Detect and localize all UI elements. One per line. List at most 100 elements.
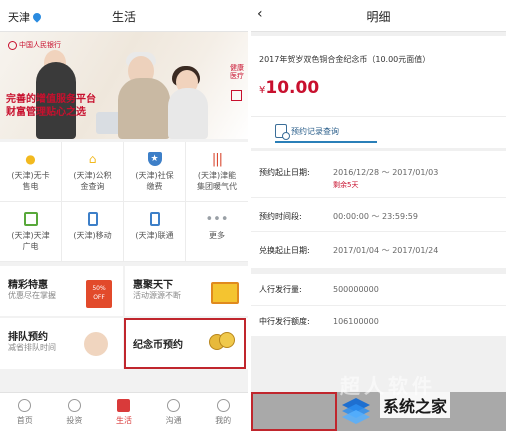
- detail-value: 2016/12/28 ～ 2017/01/03: [333, 168, 439, 177]
- phone-icon: [87, 212, 98, 226]
- checkbox-icon: [231, 90, 242, 101]
- page-title: 生活: [111, 10, 136, 24]
- tab-label: 投资: [66, 416, 83, 425]
- service-item[interactable]: (天津)移动: [62, 202, 124, 262]
- promo-title: 惠聚天下: [133, 280, 173, 291]
- more-icon: •••: [205, 211, 229, 227]
- detail-screen: ‹ 明细 2017年贺岁双色铜合金纪念币（10.00元面值） ¥10.00 预约…: [251, 0, 506, 431]
- site-logo-icon: [342, 398, 370, 424]
- divider: [251, 305, 506, 306]
- promo-banner[interactable]: 中国人民银行 完善的增值服务平台 财富管理贴心之选 健康医疗: [0, 32, 248, 139]
- banner-slogan: 完善的增值服务平台 财富管理贴心之选: [6, 93, 96, 119]
- service-label: (天津)天津 广电: [11, 231, 50, 251]
- queue-ticket-icon: [84, 332, 108, 356]
- tab-label: 生活: [115, 416, 132, 425]
- tab-label: 首页: [16, 416, 33, 425]
- detail-key: 人行发行量:: [259, 285, 302, 294]
- coin-name: 2017年贺岁双色铜合金纪念币（10.00元面值）: [259, 55, 431, 64]
- lightbulb-icon: ●: [25, 152, 36, 166]
- person-figure: [168, 88, 208, 139]
- highlight-box: [251, 392, 337, 431]
- tab-label: 沟通: [165, 416, 182, 425]
- promo-title: 排队预约: [8, 332, 48, 343]
- remaining-days: 剩余5天: [333, 181, 359, 189]
- detail-row: 兑换起止日期: 2017/01/04 ～ 2017/01/24: [259, 245, 438, 256]
- service-item[interactable]: (天津)联通: [124, 202, 186, 262]
- tab-mine[interactable]: 我的: [198, 393, 248, 431]
- slogan-line: 完善的增值服务平台: [6, 94, 96, 105]
- bank-logo-icon: [8, 40, 17, 50]
- detail-value: 106100000: [333, 317, 379, 326]
- price-value: 10.00: [265, 78, 320, 98]
- service-label: (天津)社保 缴费: [135, 171, 174, 191]
- tab-home[interactable]: 首页: [0, 393, 50, 431]
- life-screen: 天津 生活 中国人民银行 完善的增值服务平台 财富管理贴心之选 健康医疗 ● (…: [0, 0, 248, 431]
- service-item[interactable]: ⌂ (天津)公积 金查询: [62, 142, 124, 202]
- home-icon: [18, 399, 32, 412]
- house-icon: ⌂: [88, 152, 97, 166]
- chat-icon: [167, 399, 181, 412]
- services-grid: ● (天津)无卡 售电 ⌂ (天津)公积 金查询 ★ (天津)社保 缴费 |||…: [0, 142, 248, 262]
- detail-key: 兑换起止日期:: [259, 246, 310, 255]
- bank-logo: 中国人民银行: [8, 40, 61, 50]
- sale-badge-text: 50% OFF: [92, 285, 106, 301]
- promo-title: 精彩特惠: [8, 280, 48, 291]
- watermark-site-name: 系统之家: [380, 392, 451, 418]
- detail-row: 预约时间段: 00:00:00 ～ 23:59:59: [259, 211, 418, 222]
- detail-row: 中行发行额度: 106100000: [259, 316, 379, 327]
- service-label: (天津)无卡 售电: [11, 171, 50, 191]
- tab-invest[interactable]: 投资: [50, 393, 100, 431]
- link-underline: [275, 141, 377, 143]
- user-icon: [216, 399, 230, 412]
- promo-subtitle: 优惠尽在掌握: [8, 291, 56, 300]
- service-item[interactable]: ••• 更多: [186, 202, 248, 262]
- site-watermark: 超人软件 系统之家: [334, 370, 506, 431]
- service-item[interactable]: ★ (天津)社保 缴费: [124, 142, 186, 202]
- service-label: (天津)公积 金查询: [73, 171, 112, 191]
- promo-subtitle: 活动源源不断: [133, 291, 181, 300]
- shopping-bag-icon: [117, 399, 131, 412]
- bottom-tab-bar: 首页 投资 生活 沟通 我的: [0, 392, 248, 431]
- detail-key: 预约时间段:: [259, 212, 302, 221]
- promo-subtitle: 减省排队时间: [8, 343, 56, 352]
- coin-price: ¥10.00: [259, 78, 319, 98]
- service-label: (天津)津能 集团暖气代: [197, 171, 237, 191]
- booking-record-query-link[interactable]: 预约记录查询: [275, 124, 339, 140]
- banner-side-label: 健康医疗: [230, 64, 244, 80]
- promo-queue-booking[interactable]: 排队预约 减省排队时间: [0, 318, 123, 369]
- coin-card: 2017年贺岁双色铜合金纪念币（10.00元面值） ¥10.00 预约记录查询: [251, 36, 506, 148]
- service-label: (天津)移动: [73, 231, 112, 240]
- promo-global-deals[interactable]: 惠聚天下 活动源源不断: [125, 266, 248, 316]
- clipboard-search-icon: [275, 124, 290, 140]
- phone-icon: [149, 212, 160, 226]
- divider: [251, 197, 506, 198]
- service-label: 更多: [209, 231, 225, 240]
- detail-key: 中行发行额度:: [259, 317, 310, 326]
- query-link-label: 预约记录查询: [291, 126, 339, 136]
- service-item[interactable]: ● (天津)无卡 售电: [0, 142, 62, 202]
- service-item[interactable]: ||| (天津)津能 集团暖气代: [186, 142, 248, 202]
- radiator-icon: |||: [211, 151, 223, 167]
- tab-life[interactable]: 生活: [99, 393, 149, 431]
- top-bar: 天津 生活: [0, 0, 248, 32]
- promo-special-offers[interactable]: 精彩特惠 优惠尽在掌握 50% OFF: [0, 266, 123, 316]
- tab-label: 我的: [215, 416, 232, 425]
- tv-icon: [23, 212, 38, 226]
- page-title: 明细: [366, 10, 391, 24]
- detail-key: 预约起止日期:: [259, 168, 310, 177]
- service-label: (天津)联通: [135, 231, 174, 240]
- top-bar: ‹ 明细: [251, 0, 506, 32]
- person-figure: [118, 78, 170, 139]
- bank-name: 中国人民银行: [19, 41, 61, 49]
- highlight-box: [124, 318, 246, 369]
- shield-icon: ★: [147, 152, 162, 166]
- sale-tag-icon: 50% OFF: [86, 280, 112, 308]
- slogan-line: 财富管理贴心之选: [6, 107, 86, 118]
- booking-details: 预约起止日期: 2016/12/28 ～ 2017/01/03 剩余5天 预约时间…: [251, 151, 506, 268]
- gift-icon: [211, 282, 239, 304]
- detail-row: 预约起止日期: 2016/12/28 ～ 2017/01/03: [259, 167, 438, 178]
- service-item[interactable]: (天津)天津 广电: [0, 202, 62, 262]
- detail-row: 人行发行量: 500000000: [259, 284, 379, 295]
- tab-communicate[interactable]: 沟通: [149, 393, 199, 431]
- detail-value: 2017/01/04 ～ 2017/01/24: [333, 246, 439, 255]
